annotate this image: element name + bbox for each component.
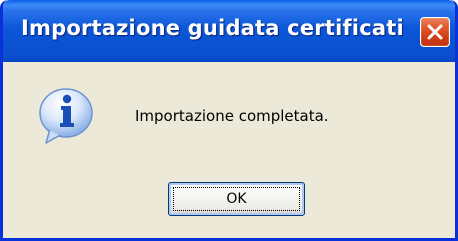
title-bar[interactable]: Importazione guidata certificati bbox=[3, 0, 455, 62]
close-button[interactable] bbox=[420, 17, 450, 47]
dialog-body: Importazione completata. OK bbox=[3, 62, 455, 238]
close-icon bbox=[427, 24, 443, 40]
info-icon bbox=[39, 88, 93, 144]
window-title: Importazione guidata certificati bbox=[21, 16, 404, 40]
dialog-message: Importazione completata. bbox=[135, 107, 329, 125]
ok-button-label: OK bbox=[173, 187, 300, 211]
ok-button[interactable]: OK bbox=[168, 182, 305, 216]
dialog-window: Importazione guidata certificati Importa… bbox=[0, 0, 458, 241]
